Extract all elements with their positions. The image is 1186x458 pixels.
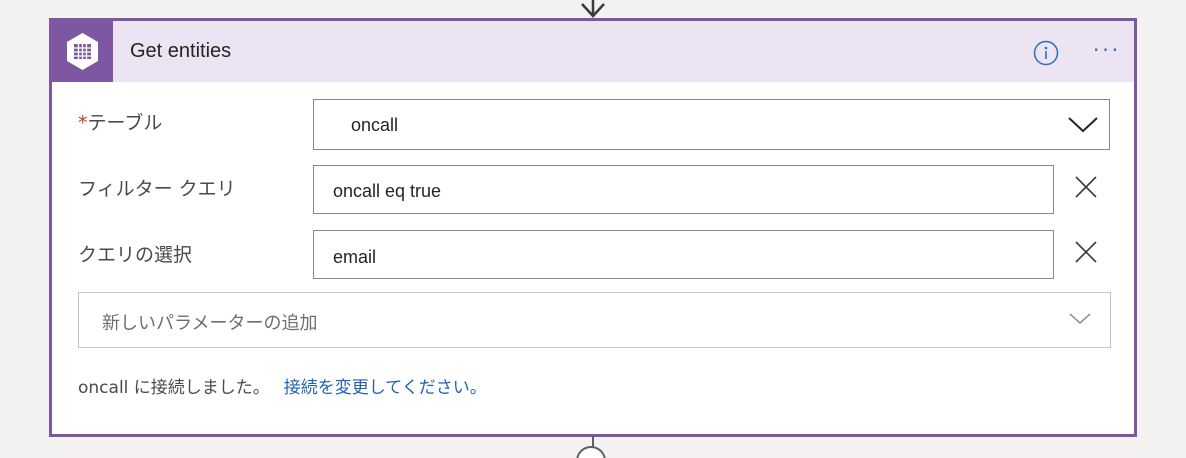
select-query-input[interactable]: email [313,230,1054,279]
table-dropdown[interactable]: oncall [313,99,1110,150]
add-parameter-label: 新しいパラメーターの追加 [102,313,318,334]
connection-info: oncall に接続しました。 接続を変更してください。 [78,373,487,398]
add-parameter-dropdown[interactable]: 新しいパラメーターの追加 [78,292,1111,348]
connector-arrow-icon [581,0,605,20]
card-header[interactable]: Get entities ··· [52,21,1134,82]
filter-query-label: フィルター クエリ [78,178,236,200]
chevron-down-icon [1067,114,1099,138]
table-field-label: *テーブル [78,108,162,135]
connection-status: oncall に接続しました。 [78,378,270,398]
add-step-icon[interactable] [576,446,606,458]
clear-filter-icon[interactable] [1072,173,1100,201]
table-dropdown-value: oncall [351,115,399,135]
required-marker: * [78,112,88,134]
more-options-icon[interactable]: ··· [1093,40,1125,66]
chevron-down-icon [1068,311,1092,331]
select-query-value: email [333,247,377,267]
get-entities-card: Get entities ··· *テーブル oncall フィルター クエリ … [49,18,1137,437]
info-icon[interactable] [1033,40,1059,66]
change-connection-link[interactable]: 接続を変更してください。 [284,378,487,398]
select-query-label: クエリの選択 [78,244,193,266]
flow-canvas: Get entities ··· *テーブル oncall フィルター クエリ … [0,0,1186,458]
action-title: Get entities [130,40,232,62]
clear-select-icon[interactable] [1072,238,1100,266]
table-label-text: テーブル [87,112,163,134]
filter-query-value: oncall eq true [333,181,442,201]
filter-query-input[interactable]: oncall eq true [313,165,1054,214]
table-storage-icon [52,21,113,82]
